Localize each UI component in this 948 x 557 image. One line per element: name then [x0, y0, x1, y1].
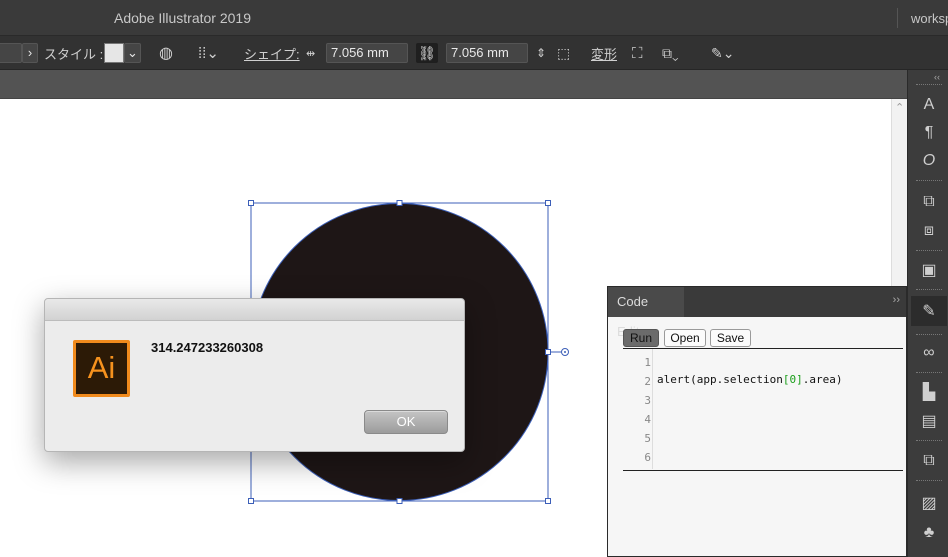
title-divider	[897, 8, 898, 28]
line-number: 4	[644, 413, 651, 426]
chevron-down-icon[interactable]: ⌄	[124, 43, 141, 63]
ok-button[interactable]: OK	[364, 410, 448, 434]
code-token-highlight: [0]	[782, 373, 803, 386]
dock-grip[interactable]	[916, 372, 942, 375]
line-number: 5	[644, 432, 651, 445]
width-input[interactable]: 7.056 mm	[326, 43, 408, 63]
alert-message: 314.247233260308	[151, 340, 264, 355]
code-token: alert(app.selection	[657, 373, 783, 386]
open-button[interactable]: Open	[664, 329, 706, 347]
workspace-switcher[interactable]: worksp	[911, 11, 948, 26]
shape-label[interactable]: シェイプ:	[244, 36, 300, 70]
character-styles-icon[interactable]: ⧉	[918, 191, 940, 213]
recolor-icon[interactable]: ◍	[159, 36, 173, 70]
collapse-panel-icon[interactable]: ››	[893, 294, 900, 306]
collapse-dock-icon[interactable]: ‹‹	[934, 72, 940, 82]
code-editor-header: Code Editor ››	[608, 287, 906, 339]
character-icon[interactable]: A	[918, 94, 940, 116]
opentype-icon[interactable]: O	[918, 150, 940, 172]
editor-top-rule	[623, 348, 903, 349]
code-text-area[interactable]: alert(app.selection[0].area)	[657, 373, 842, 386]
editor-bottom-rule	[623, 470, 903, 471]
scroll-up-icon[interactable]: ⌃	[895, 101, 904, 114]
app-title: Adobe Illustrator 2019	[114, 10, 251, 26]
right-panel-dock: ‹‹ A ¶ O ⧉ ⧈ ▣ ✎ ∞ ▙ ▤ ⧉ ▨ ♣	[907, 70, 948, 557]
transparency-icon[interactable]: ▨	[918, 492, 940, 514]
dock-grip[interactable]	[916, 440, 942, 443]
chevron-right-icon[interactable]: ›	[22, 43, 38, 63]
height-input[interactable]: 7.056 mm	[446, 43, 528, 63]
dock-grip[interactable]	[916, 289, 942, 292]
dock-grip[interactable]	[916, 480, 942, 483]
code-editor-tab[interactable]: Code Editor	[608, 287, 684, 339]
line-number: 3	[644, 394, 651, 407]
align-grid-icon[interactable]: ⁞⁞⌄	[198, 36, 219, 70]
line-number: 2	[644, 375, 651, 388]
transform-label[interactable]: 変形	[591, 36, 617, 70]
pen-tool-icon[interactable]: ✎⌄	[711, 36, 734, 70]
dock-grip[interactable]	[916, 180, 942, 183]
image-trace-icon[interactable]: ▣	[918, 259, 940, 281]
links-icon[interactable]: ∞	[918, 342, 940, 364]
line-number: 6	[644, 451, 651, 464]
illustrator-logo-icon: Ai	[73, 340, 130, 397]
isolate-icon[interactable]: ⛶	[632, 36, 643, 70]
link-constrain-icon[interactable]: ⛓	[416, 43, 438, 63]
script-panel-icon[interactable]: ✎	[918, 300, 940, 322]
save-button[interactable]: Save	[710, 329, 751, 347]
arrange-icon[interactable]: ⧉⌄	[662, 36, 679, 70]
alert-dialog: Ai 314.247233260308 OK	[44, 298, 465, 452]
symbols-icon[interactable]: ♣	[918, 522, 940, 544]
code-token: .area)	[802, 373, 843, 386]
align-icon[interactable]: ▙	[918, 381, 940, 403]
control-bar: › スタイル : ⌄ ◍ ⁞⁞⌄ シェイプ: ⇹ 7.056 mm ⛓ 7.05…	[0, 36, 948, 70]
document-tab-strip	[0, 70, 907, 99]
width-icon: ⇹	[306, 47, 316, 60]
line-number-gutter: 1 2 3 4 5 6	[623, 349, 653, 469]
title-bar: Adobe Illustrator 2019 worksp	[0, 0, 948, 36]
pathfinder-icon[interactable]: ⧉	[918, 450, 940, 472]
style-swatch[interactable]	[104, 43, 124, 63]
code-editor-panel: Code Editor ›› Run Open Save 1 2 3 4 5 6…	[607, 286, 907, 557]
dock-grip[interactable]	[916, 84, 942, 87]
dialog-titlebar[interactable]	[45, 299, 464, 321]
run-button[interactable]: Run	[623, 329, 659, 347]
line-number: 1	[644, 356, 651, 369]
paragraph-icon[interactable]: ¶	[918, 122, 940, 144]
paragraph-styles-icon[interactable]: ⧈	[918, 220, 940, 242]
partial-field[interactable]	[0, 43, 22, 63]
artboards-icon[interactable]: ▤	[918, 410, 940, 432]
style-label: スタイル :	[44, 46, 104, 62]
bounding-box-icon[interactable]: ⬚	[557, 36, 570, 70]
height-icon: ⇕	[536, 46, 547, 60]
dock-grip[interactable]	[916, 334, 942, 337]
dock-grip[interactable]	[916, 250, 942, 253]
